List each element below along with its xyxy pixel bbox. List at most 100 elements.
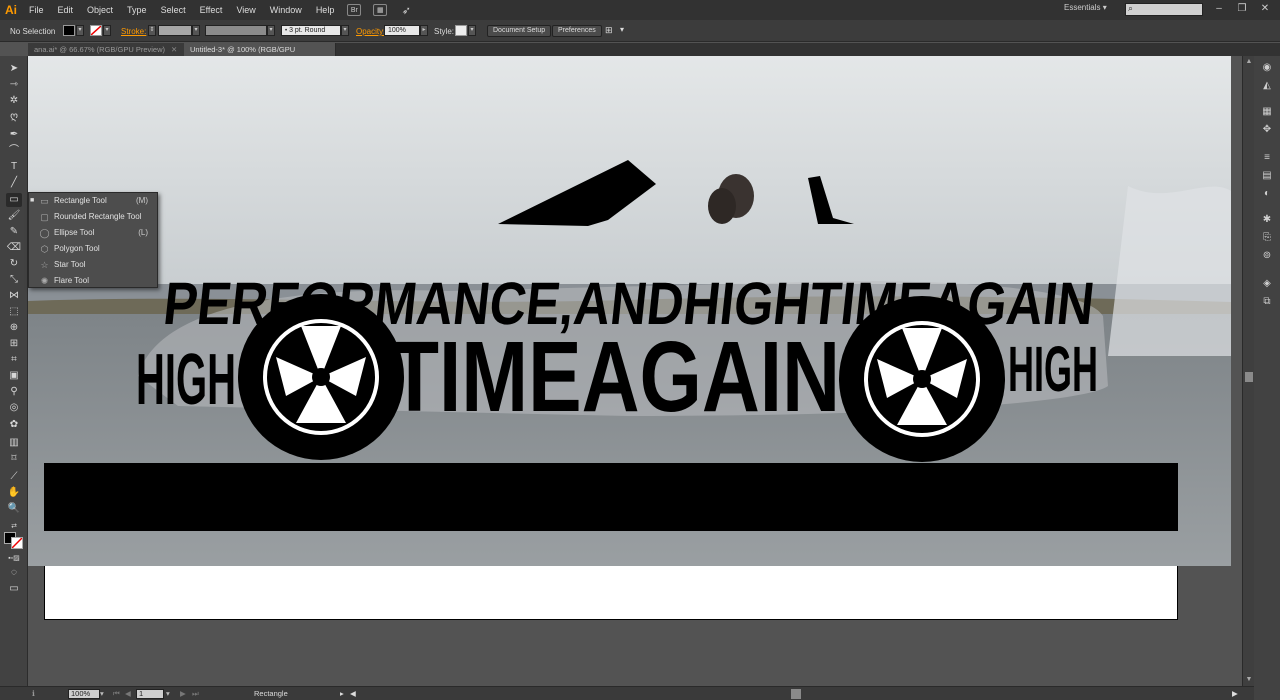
- perspective-grid-icon[interactable]: ⊞: [6, 337, 22, 351]
- pencil-icon[interactable]: ✎: [6, 225, 22, 239]
- width-tool-icon[interactable]: ⋈: [6, 289, 22, 303]
- transparency-panel-icon[interactable]: ◐: [1260, 188, 1274, 200]
- stroke-weight-dropdown[interactable]: ▾: [192, 25, 200, 36]
- opacity-slider-toggle[interactable]: ▸: [420, 25, 428, 36]
- menu-window[interactable]: Window: [263, 0, 309, 20]
- eraser-icon[interactable]: ⌫: [6, 241, 22, 255]
- menu-edit[interactable]: Edit: [51, 0, 81, 20]
- eyedropper-icon[interactable]: ⚲: [6, 385, 22, 399]
- flyout-rounded-rectangle-tool[interactable]: ▢ Rounded Rectangle Tool: [29, 209, 157, 225]
- artboard-number-field[interactable]: 1: [136, 689, 164, 699]
- symbol-sprayer-icon[interactable]: ✿: [6, 418, 22, 432]
- color-guide-icon[interactable]: ◭: [1260, 80, 1274, 92]
- blend-icon[interactable]: ◎: [6, 401, 22, 415]
- panel-menu-icon[interactable]: ▾: [620, 25, 624, 34]
- status-menu-icon[interactable]: ▸: [340, 689, 344, 698]
- stroke-label[interactable]: Stroke:: [121, 27, 146, 36]
- search-input[interactable]: ⌕: [1125, 3, 1203, 16]
- vertical-scroll-thumb[interactable]: [1245, 372, 1253, 382]
- brush-definition[interactable]: • 3 pt. Round: [281, 25, 341, 36]
- gradient-icon[interactable]: ▣: [6, 369, 22, 383]
- links-panel-icon[interactable]: ⊚: [1260, 250, 1274, 262]
- menu-file[interactable]: File: [22, 0, 51, 20]
- black-rectangle[interactable]: [44, 463, 1178, 531]
- appearance-panel-icon[interactable]: ◉: [1260, 62, 1274, 74]
- graphic-styles-icon[interactable]: ✱: [1260, 214, 1274, 226]
- stroke-dropdown[interactable]: ▾: [103, 25, 111, 36]
- slice-icon[interactable]: ⟋: [6, 470, 22, 484]
- stroke-swatch[interactable]: [90, 25, 102, 36]
- color-mode-icons[interactable]: ▪▫▨: [6, 552, 22, 566]
- magic-wand-icon[interactable]: ✲: [6, 94, 22, 108]
- minimize-button[interactable]: –: [1212, 2, 1226, 16]
- close-tab-icon[interactable]: ✕: [171, 45, 177, 54]
- stroke-weight-field[interactable]: [158, 25, 192, 36]
- artboard-dropdown-icon[interactable]: ▾: [166, 689, 170, 698]
- type-tool-icon[interactable]: T: [6, 160, 22, 174]
- menu-select[interactable]: Select: [154, 0, 193, 20]
- flyout-ellipse-tool[interactable]: ◯ Ellipse Tool (L): [29, 225, 157, 241]
- arrange-documents-icon[interactable]: ▦: [373, 4, 388, 16]
- canvas-area[interactable]: PERFORMANCE,ANDHIGHTIMEAGAIN HIGH TIMEAG…: [28, 56, 1242, 686]
- scale-icon[interactable]: ⤡: [6, 273, 22, 287]
- zoom-dropdown-icon[interactable]: ▾: [100, 689, 104, 698]
- workspace-switcher[interactable]: Essentials ▾: [1064, 3, 1107, 12]
- graphic-style-dropdown[interactable]: ▾: [468, 25, 476, 36]
- stroke-panel-icon[interactable]: ≡: [1260, 152, 1274, 164]
- draw-mode-icon[interactable]: ◌: [6, 566, 22, 580]
- hand-tool-icon[interactable]: ✋: [6, 486, 22, 500]
- profile-dropdown[interactable]: ▾: [267, 25, 275, 36]
- layers-panel-icon[interactable]: ◈: [1260, 278, 1274, 290]
- selection-tool-icon[interactable]: ➤: [6, 62, 22, 76]
- menu-help[interactable]: Help: [309, 0, 342, 20]
- flyout-flare-tool[interactable]: ✺ Flare Tool: [29, 273, 157, 289]
- fill-dropdown[interactable]: ▾: [76, 25, 84, 36]
- bridge-icon[interactable]: Br: [347, 4, 362, 16]
- paintbrush-icon[interactable]: 🖌: [6, 209, 22, 223]
- stroke-weight-stepper[interactable]: ⇕: [148, 25, 156, 36]
- opacity-field[interactable]: 100%: [384, 25, 420, 36]
- flyout-rectangle-tool[interactable]: ■ ▭ Rectangle Tool (M): [29, 193, 157, 209]
- flyout-star-tool[interactable]: ☆ Star Tool: [29, 257, 157, 273]
- lasso-icon[interactable]: ღ: [6, 110, 22, 124]
- variable-width-profile[interactable]: [205, 25, 267, 36]
- tab-untitled-3[interactable]: Untitled-3* @ 100% (RGB/GPU Preview)✕: [184, 43, 336, 67]
- free-transform-icon[interactable]: ⬚: [6, 305, 22, 319]
- direct-selection-tool-icon[interactable]: ⇾: [6, 78, 22, 92]
- menu-view[interactable]: View: [229, 0, 262, 20]
- gradient-panel-icon[interactable]: ▤: [1260, 170, 1274, 182]
- vertical-scrollbar[interactable]: ▲ ▼: [1242, 56, 1254, 686]
- zoom-field[interactable]: 100%: [68, 689, 100, 699]
- arrange-icon[interactable]: ⊞: [605, 25, 613, 36]
- last-artboard-icon[interactable]: ⏭: [192, 689, 199, 699]
- mesh-icon[interactable]: ⌗: [6, 353, 22, 367]
- screen-mode-icon[interactable]: ▭: [6, 582, 22, 596]
- flyout-polygon-tool[interactable]: ⬡ Polygon Tool: [29, 241, 157, 257]
- horizontal-scroll-thumb[interactable]: [791, 689, 801, 699]
- prev-artboard-icon[interactable]: ◀: [125, 689, 131, 698]
- swatches-panel-icon[interactable]: ▦: [1260, 106, 1274, 118]
- brushes-panel-icon[interactable]: ✥: [1260, 124, 1274, 136]
- pen-tool-icon[interactable]: ✒: [6, 128, 22, 142]
- symbols-panel-icon[interactable]: ⎘: [1260, 232, 1274, 244]
- menu-object[interactable]: Object: [80, 0, 120, 20]
- artboard-tool-icon[interactable]: ⌑: [6, 452, 22, 466]
- stroke-color-icon[interactable]: [11, 537, 23, 549]
- brush-dropdown[interactable]: ▾: [341, 25, 349, 36]
- opacity-label[interactable]: Opacity:: [356, 27, 385, 36]
- menu-effect[interactable]: Effect: [193, 0, 230, 20]
- line-segment-icon[interactable]: ╱: [6, 176, 22, 190]
- menu-type[interactable]: Type: [120, 0, 154, 20]
- maximize-button[interactable]: ❐: [1235, 2, 1249, 16]
- fill-swatch[interactable]: [63, 25, 75, 36]
- artboards-panel-icon[interactable]: ⧉: [1260, 296, 1274, 308]
- next-artboard-icon[interactable]: ▶: [180, 689, 186, 698]
- scroll-right-icon[interactable]: ▶: [1232, 689, 1238, 698]
- preferences-button[interactable]: Preferences: [552, 25, 602, 37]
- rectangle-tool-icon[interactable]: ▭: [6, 193, 22, 207]
- rotate-icon[interactable]: ↻: [6, 257, 22, 271]
- graphic-style-swatch[interactable]: [455, 25, 467, 36]
- document-setup-button[interactable]: Document Setup: [487, 25, 552, 37]
- zoom-tool-icon[interactable]: 🔍: [6, 502, 22, 516]
- app-logo[interactable]: Ai: [0, 0, 22, 20]
